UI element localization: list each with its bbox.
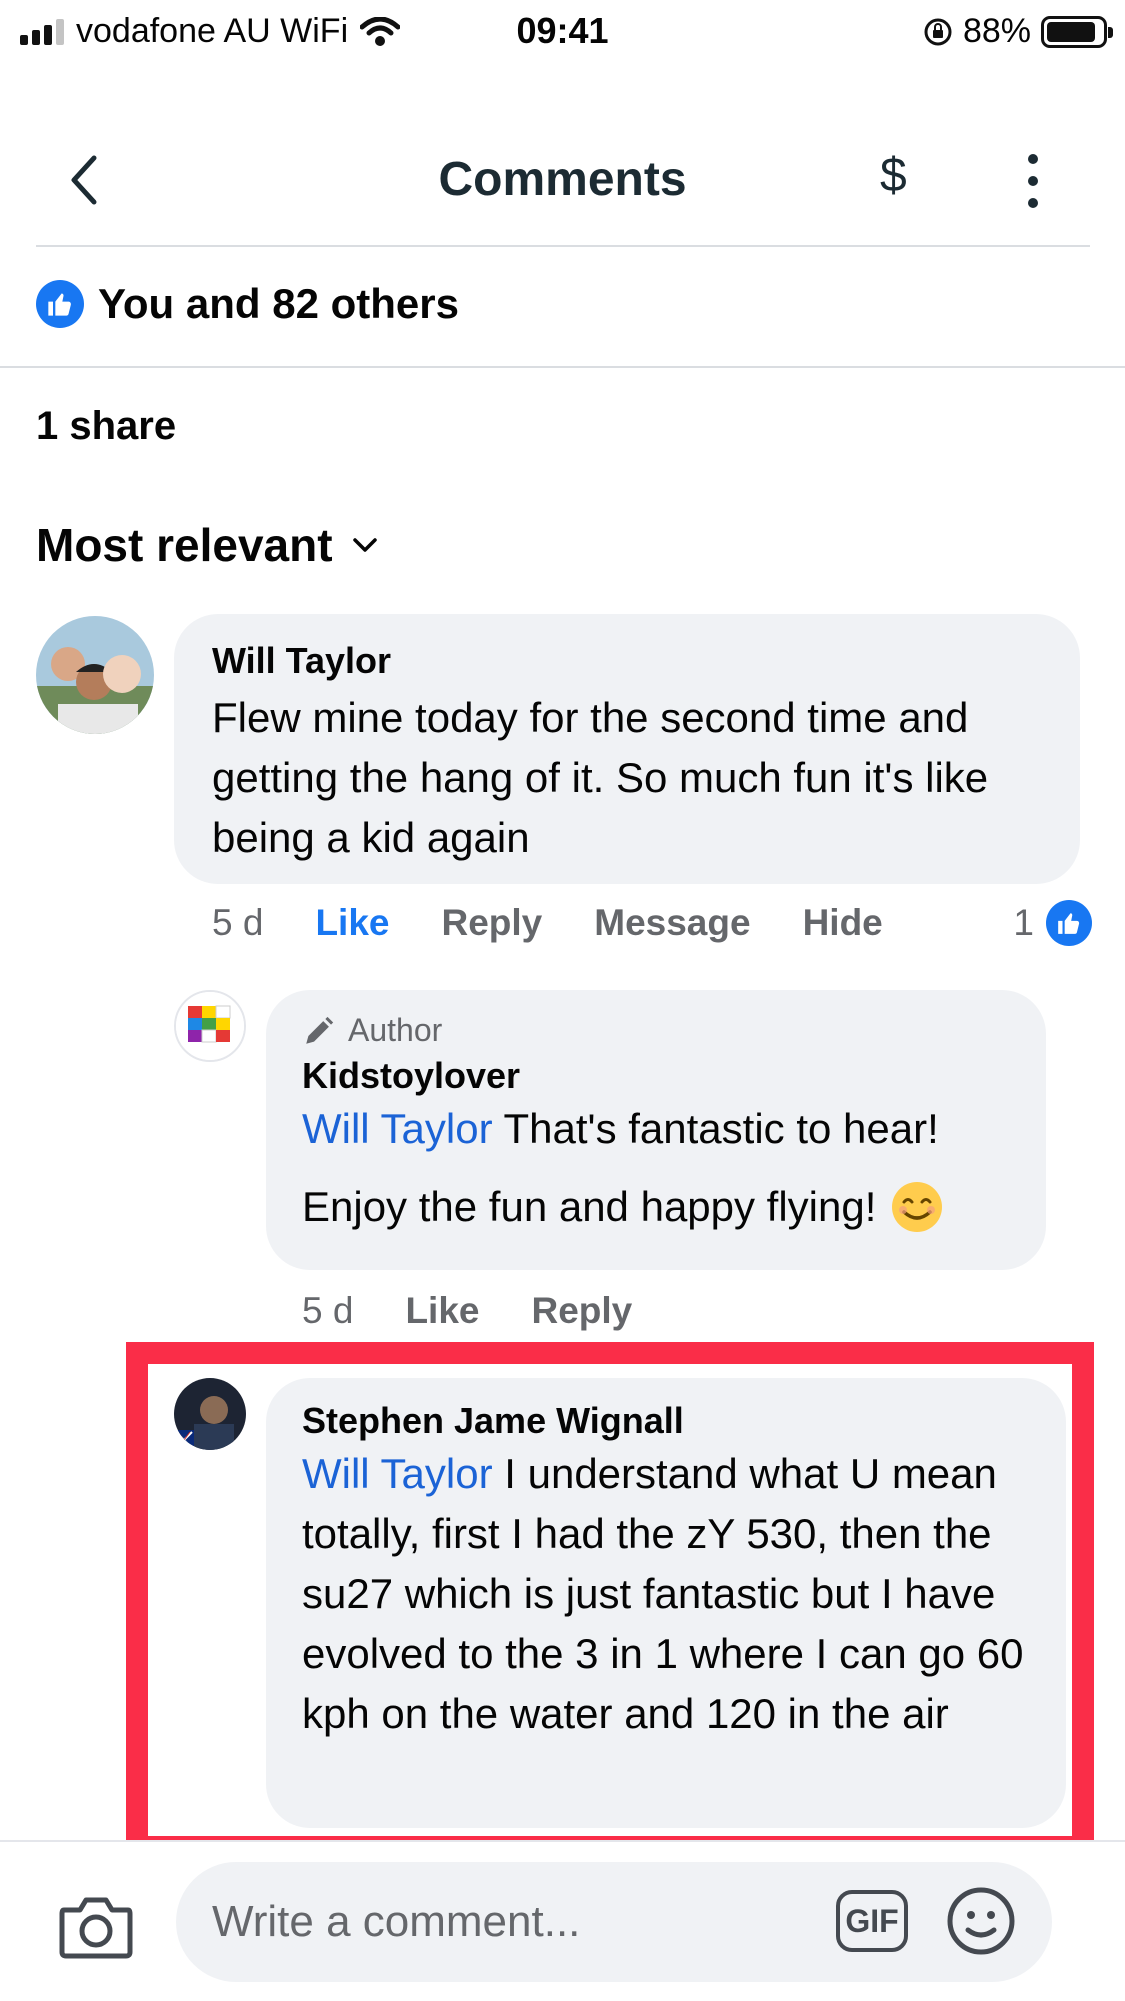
comment-placeholder: Write a comment...: [212, 1897, 581, 1946]
avatar[interactable]: [36, 616, 154, 734]
comment-bubble: Will Taylor Flew mine today for the seco…: [174, 614, 1080, 884]
reply-button[interactable]: Reply: [531, 1290, 632, 1332]
like-count: 1: [1013, 902, 1034, 943]
hide-button[interactable]: Hide: [803, 902, 883, 944]
mention-link[interactable]: Will Taylor: [302, 1105, 493, 1152]
comments-header: Comments $: [0, 130, 1125, 230]
highlight-box: [126, 1342, 1094, 1858]
orientation-lock-icon: [924, 18, 952, 45]
author-badge-label: Author: [348, 1012, 443, 1048]
comment-time: 5 d: [212, 902, 264, 943]
comment-actions: 5 d Like Reply Message Hide 1: [212, 900, 1092, 946]
pencil-icon: [306, 1016, 334, 1044]
header-divider: [36, 245, 1090, 247]
comment-text: Will Taylor That's fantastic to hear!: [302, 1099, 1010, 1159]
avatar[interactable]: [174, 990, 246, 1062]
dollar-icon[interactable]: $: [880, 148, 907, 203]
comment-input[interactable]: Write a comment...: [176, 1862, 1052, 1982]
comment-actions: 5 d Like Reply: [302, 1290, 632, 1332]
reply-button[interactable]: Reply: [441, 902, 542, 944]
status-right: 88%: [923, 12, 1113, 51]
comment-text: Flew mine today for the second time and …: [212, 694, 989, 861]
message-button[interactable]: Message: [594, 902, 750, 944]
comment-composer: Write a comment... GIF: [0, 1840, 1125, 2001]
camera-icon[interactable]: [58, 1894, 134, 1960]
like-button[interactable]: Like: [405, 1290, 479, 1332]
gif-button[interactable]: GIF: [836, 1890, 908, 1952]
sort-selector[interactable]: Most relevant: [36, 518, 379, 572]
comment-text-part: Enjoy the fun and happy flying!: [302, 1183, 877, 1230]
comment-like-count[interactable]: 1: [1013, 900, 1092, 946]
like-button[interactable]: Like: [315, 902, 389, 944]
status-bar: vodafone AU WiFi 09:41 88%: [0, 0, 1125, 62]
chevron-down-icon: [352, 538, 377, 552]
likes-summary-text: You and 82 others: [98, 280, 459, 327]
comment-text-line: Enjoy the fun and happy flying!: [302, 1177, 1010, 1237]
like-reaction-icon: [1046, 900, 1092, 946]
author-badge: Author: [302, 1012, 1010, 1049]
shares-count[interactable]: 1 share: [36, 404, 176, 449]
comment-time: 5 d: [302, 1290, 354, 1331]
more-options-icon[interactable]: [1018, 154, 1048, 208]
reactions-summary[interactable]: You and 82 others: [36, 280, 459, 328]
battery-percent: 88%: [962, 12, 1031, 50]
reactions-divider: [0, 366, 1125, 368]
like-reaction-icon: [36, 280, 84, 328]
sort-label: Most relevant: [36, 519, 333, 571]
battery-icon: [1041, 15, 1113, 48]
page-title: Comments: [438, 153, 687, 206]
smiling-emoji-icon: [892, 1182, 943, 1232]
comment-author[interactable]: Kidstoylover: [302, 1055, 1010, 1097]
comment-author[interactable]: Will Taylor: [212, 640, 1042, 682]
emoji-icon[interactable]: [946, 1886, 1016, 1956]
comment-bubble: Author Kidstoylover Will Taylor That's f…: [266, 990, 1046, 1270]
comment-text-part: That's fantastic to hear!: [503, 1105, 939, 1152]
